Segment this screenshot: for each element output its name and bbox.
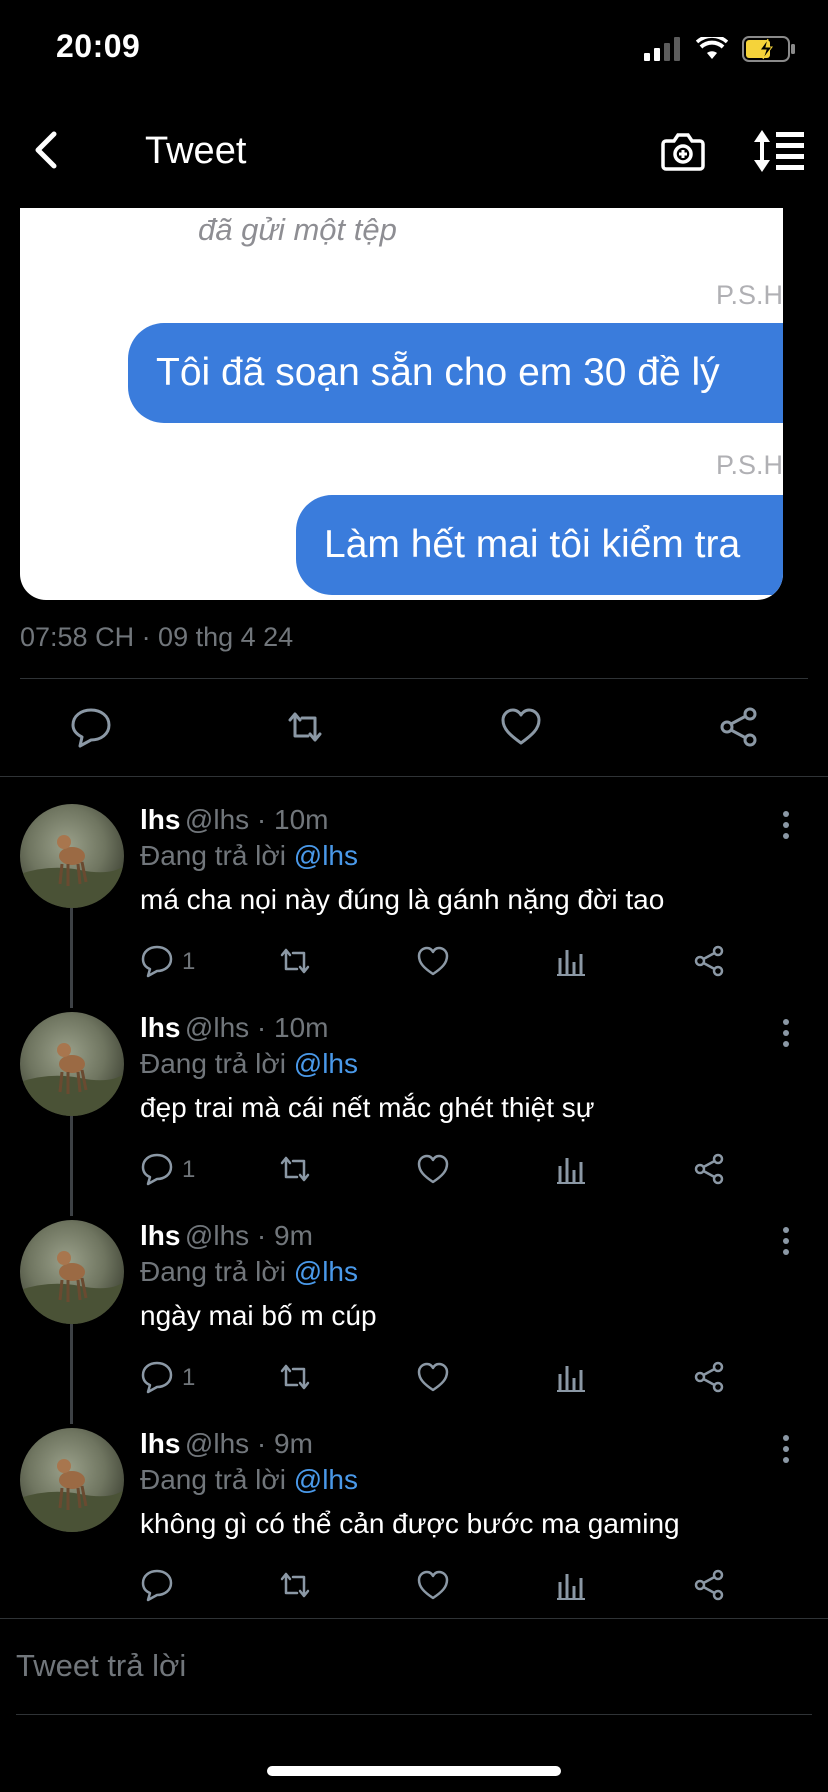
reply-tweet[interactable]: lhs @lhs · 10m Đang trả lời @lhs đẹp tra… <box>0 1008 828 1208</box>
reply-tweet[interactable]: lhs @lhs · 9m Đang trả lời @lhs không gì… <box>0 1424 828 1624</box>
retweet-icon[interactable] <box>278 1152 312 1186</box>
mention-link[interactable]: @lhs <box>294 1464 358 1495</box>
replying-to: Đang trả lời @lhs <box>140 1256 358 1288</box>
message-bubble: Tôi đã soạn sẵn cho em 30 đề lý <box>128 323 783 423</box>
reply-count: 1 <box>182 1364 196 1391</box>
retweet-icon[interactable] <box>284 706 326 748</box>
reply-icon[interactable] <box>140 1152 174 1186</box>
replying-prefix: Đang trả lời <box>140 1048 294 1079</box>
reply-input[interactable]: Tweet trả lời <box>16 1648 186 1684</box>
replying-prefix: Đang trả lời <box>140 1256 294 1287</box>
reply-handle-time: @lhs · 9m <box>184 1220 313 1251</box>
reply-count: 1 <box>182 948 196 975</box>
sent-file-text: đã gửi một tệp <box>198 212 397 247</box>
sender-initials: P.S.H <box>715 280 783 310</box>
retweet-icon[interactable] <box>278 1568 312 1602</box>
like-icon[interactable] <box>416 1152 450 1186</box>
avatar[interactable] <box>20 1428 124 1532</box>
replying-prefix: Đang trả lời <box>140 840 294 871</box>
status-time: 20:09 <box>56 28 141 64</box>
divider <box>0 1618 828 1619</box>
views-icon[interactable] <box>554 1568 588 1602</box>
reply-text: má cha nọi này đúng là gánh nặng đời tao <box>140 884 665 915</box>
share-icon[interactable] <box>718 706 760 748</box>
page-title: Tweet <box>145 130 247 172</box>
avatar[interactable] <box>20 1012 124 1116</box>
more-icon[interactable] <box>780 1226 792 1256</box>
divider <box>20 678 808 679</box>
sender-initials: P.S.H <box>715 450 783 480</box>
reply-icon[interactable] <box>70 706 112 748</box>
signal-icon <box>644 37 680 61</box>
reply-tweet[interactable]: lhs @lhs · 9m Đang trả lời @lhs ngày mai… <box>0 1216 828 1416</box>
reply-handle-time: @lhs · 10m <box>184 804 329 835</box>
more-icon[interactable] <box>780 1434 792 1464</box>
home-indicator[interactable] <box>267 1766 561 1776</box>
share-icon[interactable] <box>692 1152 726 1186</box>
camera-icon[interactable] <box>660 128 706 174</box>
replying-to: Đang trả lời @lhs <box>140 1464 358 1496</box>
divider <box>16 1714 812 1715</box>
more-icon[interactable] <box>780 1018 792 1048</box>
replying-prefix: Đang trả lời <box>140 1464 294 1495</box>
like-icon[interactable] <box>416 944 450 978</box>
retweet-icon[interactable] <box>278 944 312 978</box>
divider <box>0 776 828 777</box>
avatar-deer-icon <box>20 835 124 908</box>
mention-link[interactable]: @lhs <box>294 840 358 871</box>
share-icon[interactable] <box>692 944 726 978</box>
retweet-icon[interactable] <box>278 1360 312 1394</box>
back-icon[interactable] <box>26 128 70 172</box>
reply-text: ngày mai bố m cúp <box>140 1300 377 1331</box>
reply-icon[interactable] <box>140 1568 174 1602</box>
reply-tweet[interactable]: lhs @lhs · 10m Đang trả lời @lhs má cha … <box>0 800 828 1000</box>
avatar[interactable] <box>20 804 124 908</box>
like-icon[interactable] <box>416 1568 450 1602</box>
avatar[interactable] <box>20 1220 124 1324</box>
tweet-image[interactable]: đã gửi một tệp P.S.H Tôi đã soạn sẵn cho… <box>20 208 783 600</box>
views-icon[interactable] <box>554 944 588 978</box>
mention-link[interactable]: @lhs <box>294 1256 358 1287</box>
avatar-deer-icon <box>20 1459 124 1532</box>
reply-author-name[interactable]: lhs <box>140 804 180 835</box>
replying-to: Đang trả lời @lhs <box>140 1048 358 1080</box>
sort-icon[interactable] <box>752 128 806 174</box>
reply-icon[interactable] <box>140 1360 174 1394</box>
reply-handle-time: @lhs · 10m <box>184 1012 329 1043</box>
views-icon[interactable] <box>554 1152 588 1186</box>
tweet-timestamp: 07:58 CH · 09 thg 4 24 <box>20 622 294 652</box>
like-icon[interactable] <box>500 706 542 748</box>
reply-author-name[interactable]: lhs <box>140 1428 180 1459</box>
views-icon[interactable] <box>554 1360 588 1394</box>
share-icon[interactable] <box>692 1568 726 1602</box>
avatar-deer-icon <box>20 1251 124 1324</box>
mention-link[interactable]: @lhs <box>294 1048 358 1079</box>
reply-icon[interactable] <box>140 944 174 978</box>
avatar-deer-icon <box>20 1043 124 1116</box>
like-icon[interactable] <box>416 1360 450 1394</box>
status-icons <box>644 36 796 62</box>
share-icon[interactable] <box>692 1360 726 1394</box>
reply-text: không gì có thể cản được bước ma gaming <box>140 1508 680 1539</box>
replying-to: Đang trả lời @lhs <box>140 840 358 872</box>
reply-text: đẹp trai mà cái nết mắc ghét thiệt sự <box>140 1092 595 1123</box>
reply-author-name[interactable]: lhs <box>140 1220 180 1251</box>
reply-author-name[interactable]: lhs <box>140 1012 180 1043</box>
battery-icon <box>742 36 795 62</box>
reply-handle-time: @lhs · 9m <box>184 1428 313 1459</box>
message-bubble: Làm hết mai tôi kiểm tra <box>296 495 783 595</box>
reply-count: 1 <box>182 1156 196 1183</box>
wifi-icon <box>696 37 728 59</box>
more-icon[interactable] <box>780 810 792 840</box>
